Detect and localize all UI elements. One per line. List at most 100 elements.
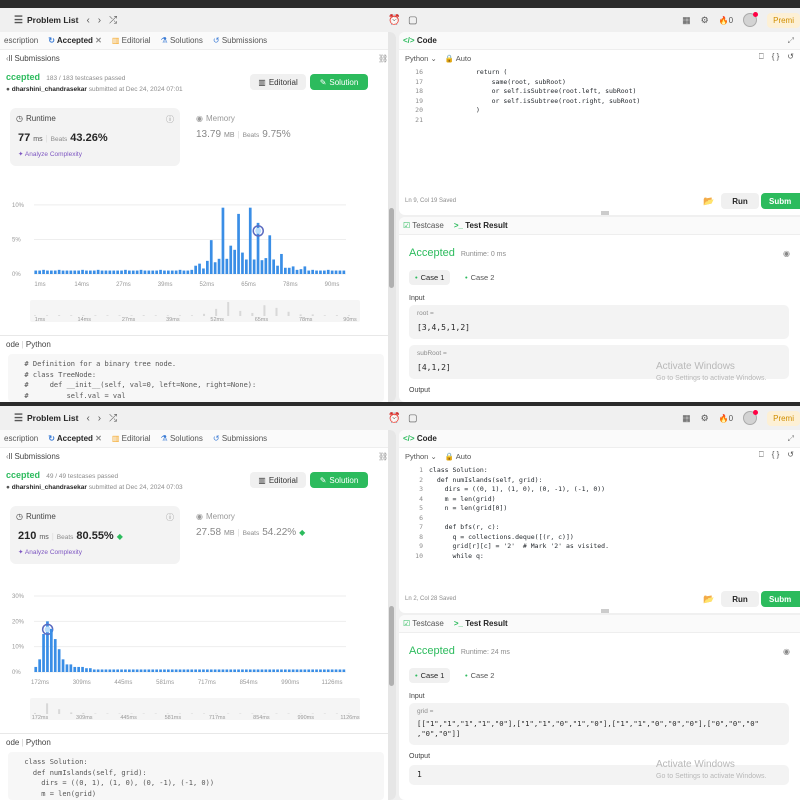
info-icon[interactable]: ⓘ <box>166 512 174 523</box>
tab-testcase[interactable]: ☑ Testcase <box>403 221 444 230</box>
runtime-distribution-chart[interactable]: 30% 20% 10% 0% 172ms 309ms 445ms 581ms 717ms 854m… <box>10 590 350 686</box>
notes-icon[interactable]: ▢ <box>408 15 417 26</box>
tab-accepted[interactable]: ↻ Accepted ✕ <box>48 36 102 45</box>
submit-button[interactable]: Subm <box>761 193 800 209</box>
notes-icon[interactable]: ▢ <box>408 413 417 424</box>
run-button[interactable]: Run <box>721 591 759 607</box>
eye-icon[interactable]: ◉ <box>783 249 790 258</box>
editorial-button[interactable]: ▥ Editorial <box>250 472 306 488</box>
runtime-card[interactable]: ◷ Runtime ⓘ 77 ms | Beats 43.26% ✦ Analyz… <box>10 108 180 166</box>
expand-icon[interactable]: ⤢ <box>788 36 794 46</box>
close-icon[interactable]: ✕ <box>95 434 102 443</box>
test-result-panel: ☑ Testcase >_ Test Result Accepted Runti… <box>399 615 800 800</box>
share-icon[interactable]: ⛓ <box>378 54 388 63</box>
runtime-range-slider[interactable]: 172ms 309ms 445ms 581ms 717ms 854ms 990ms 1126m… <box>30 698 360 720</box>
left-scrollbar[interactable] <box>388 430 396 800</box>
run-button[interactable]: Run <box>721 193 759 209</box>
memory-card[interactable]: ◉ Memory 13.79 MB | Beats 9.75% <box>196 114 291 140</box>
bookmark-icon[interactable]: ⎕ <box>759 52 764 62</box>
upload-icon[interactable]: 📂 <box>703 196 714 207</box>
bar <box>104 669 108 672</box>
runtime-card[interactable]: ◷ Runtime ⓘ 210 ms | Beats 80.55% ◆ ✦ Anal… <box>10 506 180 564</box>
solution-button[interactable]: ✎ Solution <box>310 472 368 488</box>
next-problem-icon[interactable]: › <box>98 413 101 424</box>
all-submissions-link[interactable]: ‹ll Submissions <box>6 54 60 63</box>
tab-testcase[interactable]: ☑ Testcase <box>403 619 444 628</box>
settings-icon[interactable]: ⚙ <box>701 413 709 424</box>
runtime-distribution-chart[interactable]: 10% 5% 0% 1ms 14ms 27ms 39ms 52ms 65ms 78ms 90ms <box>10 192 350 288</box>
prev-problem-icon[interactable]: ‹ <box>86 413 89 424</box>
upload-icon[interactable]: 📂 <box>703 594 714 605</box>
bookmark-icon[interactable]: ⎕ <box>759 450 764 460</box>
tab-description[interactable]: escription <box>4 36 38 45</box>
bar <box>73 666 77 672</box>
analyze-complexity-link[interactable]: ✦ Analyze Complexity <box>18 150 82 158</box>
scrollbar-thumb[interactable] <box>389 208 394 288</box>
case-1-tab[interactable]: • Case 1 <box>409 668 451 683</box>
editor-resize-handle[interactable] <box>601 211 609 215</box>
avatar[interactable] <box>743 12 759 27</box>
tab-submissions[interactable]: ↺ Submissions <box>213 434 267 443</box>
tab-test-result[interactable]: >_ Test Result <box>454 221 508 230</box>
memory-card[interactable]: ◉ Memory 27.58 MB | Beats 54.22% ◆ <box>196 512 305 538</box>
layout-icon[interactable]: ▦ <box>682 15 691 26</box>
tab-code[interactable]: </> Code <box>403 36 437 45</box>
left-scrollbar[interactable] <box>388 32 396 402</box>
eye-icon[interactable]: ◉ <box>783 647 790 656</box>
prev-problem-icon[interactable]: ‹ <box>86 15 89 26</box>
username[interactable]: dharshini_chandrasekar <box>12 86 87 93</box>
next-problem-icon[interactable]: › <box>98 15 101 26</box>
tab-solutions[interactable]: ⚗ Solutions <box>161 434 203 443</box>
scrollbar-thumb[interactable] <box>389 606 394 686</box>
timer-icon[interactable]: ⏰ <box>388 15 400 26</box>
all-submissions-link[interactable]: ‹ll Submissions <box>6 452 60 461</box>
streak-counter[interactable]: 🔥0 <box>719 414 733 423</box>
bar <box>272 259 275 274</box>
streak-counter[interactable]: 🔥0 <box>719 16 733 25</box>
expand-icon[interactable]: ⤢ <box>788 434 794 444</box>
language-select[interactable]: Python ⌄ <box>405 452 437 461</box>
info-icon[interactable]: ⓘ <box>166 114 174 125</box>
timer-icon[interactable]: ⏰ <box>388 413 400 424</box>
case-1-tab[interactable]: • Case 1 <box>409 270 451 285</box>
braces-icon[interactable]: { } <box>772 450 780 460</box>
tab-description[interactable]: escription <box>4 434 38 443</box>
tab-test-result[interactable]: >_ Test Result <box>454 619 508 628</box>
runtime-range-slider[interactable]: 1ms 14ms 27ms 39ms 52ms 65ms 78ms 90ms <box>30 300 360 322</box>
autocomplete-toggle[interactable]: 🔒 Auto <box>445 452 471 461</box>
case-2-tab[interactable]: • Case 2 <box>459 668 500 683</box>
close-icon[interactable]: ✕ <box>95 36 102 45</box>
tab-solutions[interactable]: ⚗ Solutions <box>161 36 203 45</box>
tab-accepted[interactable]: ↻ Accepted ✕ <box>48 434 102 443</box>
case-2-tab[interactable]: • Case 2 <box>459 270 500 285</box>
bar <box>245 669 248 672</box>
shuffle-icon[interactable]: ⤮ <box>109 15 117 26</box>
layout-icon[interactable]: ▦ <box>682 413 691 424</box>
reset-icon[interactable]: ↺ <box>787 52 794 62</box>
braces-icon[interactable]: { } <box>772 52 780 62</box>
problem-list-link[interactable]: ☰ Problem List <box>14 15 78 26</box>
solution-button[interactable]: ✎ Solution <box>310 74 368 90</box>
language-select[interactable]: Python ⌄ <box>405 54 437 63</box>
tab-submissions[interactable]: ↺ Submissions <box>213 36 267 45</box>
reset-icon[interactable]: ↺ <box>787 450 794 460</box>
autocomplete-toggle[interactable]: 🔒 Auto <box>445 54 471 63</box>
premium-button[interactable]: Premi <box>767 12 800 28</box>
bar <box>120 669 123 672</box>
avatar[interactable] <box>743 410 759 425</box>
username[interactable]: dharshini_chandrasekar <box>12 484 87 491</box>
editorial-button[interactable]: ▥ Editorial <box>250 74 306 90</box>
code-editor[interactable]: class Solution: def numIslands(self, gri… <box>429 466 609 561</box>
problem-list-link[interactable]: ☰ Problem List <box>14 413 78 424</box>
share-icon[interactable]: ⛓ <box>378 452 388 461</box>
tab-editorial[interactable]: ▥ Editorial <box>112 36 151 45</box>
analyze-complexity-link[interactable]: ✦ Analyze Complexity <box>18 548 82 556</box>
settings-icon[interactable]: ⚙ <box>701 15 709 26</box>
code-editor[interactable]: return ( same(root, subRoot) or self.isS… <box>429 68 640 116</box>
editor-resize-handle[interactable] <box>601 609 609 613</box>
submit-button[interactable]: Subm <box>761 591 800 607</box>
tab-code[interactable]: </> Code <box>403 434 437 443</box>
premium-button[interactable]: Premi <box>767 410 800 426</box>
tab-editorial[interactable]: ▥ Editorial <box>112 434 151 443</box>
shuffle-icon[interactable]: ⤮ <box>109 413 117 424</box>
